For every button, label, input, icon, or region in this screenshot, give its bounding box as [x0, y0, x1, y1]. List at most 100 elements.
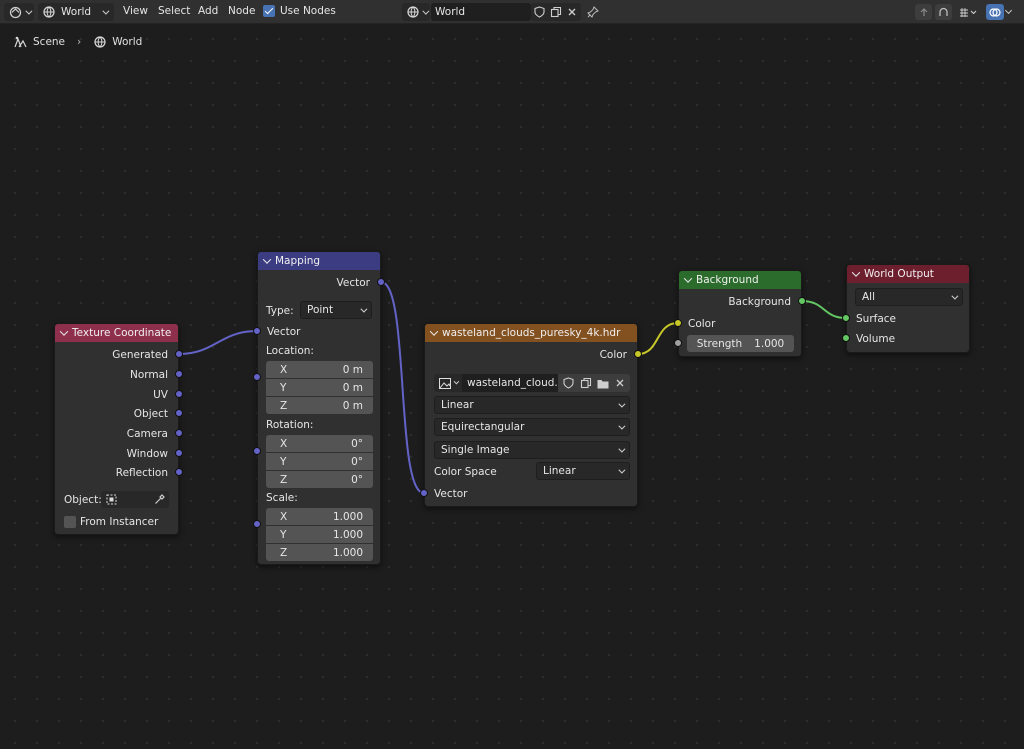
world-name-field[interactable]: World — [431, 3, 531, 21]
shader-type-dropdown[interactable]: World — [38, 3, 114, 21]
link-mapping-vector-to-env-vector — [380, 281, 425, 494]
field-value: 1.000 — [332, 528, 363, 541]
chevron-down-icon — [453, 378, 460, 385]
interpolation-dropdown[interactable]: Linear — [434, 396, 630, 414]
axis-label: X — [280, 363, 288, 376]
texture-coordinate-node[interactable]: Texture Coordinate Generated Normal UV O… — [54, 323, 179, 535]
scale-x-field[interactable]: X 1.000 — [266, 508, 373, 525]
scale-z-field[interactable]: Z 1.000 — [266, 544, 373, 561]
input-surface: Surface — [847, 310, 969, 328]
location-x-field[interactable]: X 0 m — [266, 361, 373, 378]
collapse-chevron-icon[interactable] — [851, 268, 861, 277]
breadcrumb-separator-icon: › — [77, 36, 82, 48]
socket-uv-output[interactable] — [175, 390, 183, 398]
socket-rotation-input[interactable] — [253, 447, 261, 455]
duplicate-icon[interactable] — [578, 375, 594, 391]
fake-user-shield-icon[interactable] — [561, 375, 577, 391]
fake-user-shield-icon[interactable] — [533, 4, 546, 20]
color-space-dropdown[interactable]: Linear — [536, 462, 630, 480]
projection-dropdown[interactable]: Equirectangular — [434, 418, 630, 436]
chevron-down-icon — [618, 422, 626, 430]
socket-generated-output[interactable] — [175, 350, 183, 358]
snap-icon[interactable] — [935, 4, 952, 20]
world-browse-button[interactable] — [402, 3, 430, 21]
from-instancer-checkbox[interactable] — [64, 516, 76, 528]
overlays-toggle-icon[interactable] — [986, 4, 1004, 20]
socket-normal-output[interactable] — [175, 370, 183, 378]
output-camera: Camera — [55, 425, 178, 443]
menu-node[interactable]: Node — [228, 5, 255, 17]
source-dropdown[interactable]: Single Image — [434, 441, 630, 459]
menu-add[interactable]: Add — [198, 5, 218, 17]
chevron-down-icon — [360, 305, 368, 313]
chevron-down-icon — [618, 466, 626, 474]
scale-y-field[interactable]: Y 1.000 — [266, 526, 373, 543]
image-datablock-selector: wasteland_cloud... — [434, 373, 630, 393]
output-vector: Vector — [258, 274, 380, 292]
input-vector: Vector — [425, 485, 637, 503]
socket-object-output[interactable] — [175, 409, 183, 417]
rotation-y-field[interactable]: Y 0° — [266, 453, 373, 470]
from-instancer-toggle[interactable]: From Instancer — [64, 516, 158, 528]
field-value: 0 m — [342, 363, 363, 376]
socket-camera-output[interactable] — [175, 429, 183, 437]
from-instancer-label: From Instancer — [80, 516, 159, 528]
menu-view[interactable]: View — [123, 5, 148, 17]
socket-env-vector-input[interactable] — [420, 489, 428, 497]
dropdown-value: All — [862, 291, 876, 303]
node-title: Texture Coordinate — [72, 327, 172, 339]
socket-label: Vector — [434, 488, 468, 500]
world-output-node[interactable]: World Output All Surface Volume — [846, 264, 970, 353]
duplicate-icon[interactable] — [549, 4, 562, 20]
pin-icon[interactable] — [585, 4, 601, 20]
environment-texture-node[interactable]: wasteland_clouds_puresky_4k.hdr Color wa… — [424, 323, 638, 507]
field-label: Strength — [696, 337, 743, 350]
location-y-field[interactable]: Y 0 m — [266, 379, 373, 396]
socket-mapping-vector-output[interactable] — [377, 278, 385, 286]
node-header[interactable]: World Output — [847, 265, 969, 283]
node-header[interactable]: Texture Coordinate — [55, 324, 178, 342]
mapping-type-dropdown[interactable]: Point — [300, 301, 372, 319]
collapse-chevron-icon[interactable] — [683, 274, 693, 283]
socket-scale-input[interactable] — [253, 520, 261, 528]
background-node[interactable]: Background Background Color Strength 1.0… — [678, 270, 802, 357]
editor-type-button[interactable] — [4, 3, 34, 21]
socket-mapping-vector-input[interactable] — [253, 327, 261, 335]
collapse-chevron-icon[interactable] — [429, 327, 439, 336]
parent-node-tree-icon[interactable] — [915, 4, 932, 20]
location-z-field[interactable]: Z 0 m — [266, 397, 373, 414]
socket-strength-input[interactable] — [674, 339, 682, 347]
collapse-chevron-icon[interactable] — [59, 327, 69, 336]
object-picker-field[interactable] — [101, 491, 169, 508]
socket-bg-color-input[interactable] — [674, 319, 682, 327]
chevron-down-icon[interactable] — [1004, 6, 1013, 15]
socket-reflection-output[interactable] — [175, 468, 183, 476]
socket-window-output[interactable] — [175, 449, 183, 457]
image-name-field[interactable]: wasteland_cloud... — [462, 374, 558, 392]
node-header[interactable]: Background — [679, 271, 801, 289]
menu-select[interactable]: Select — [158, 5, 190, 17]
socket-background-output[interactable] — [798, 297, 806, 305]
rotation-z-field[interactable]: Z 0° — [266, 471, 373, 488]
snap-mode-icon[interactable] — [955, 4, 981, 20]
collapse-chevron-icon[interactable] — [262, 255, 272, 264]
socket-location-input[interactable] — [253, 373, 261, 381]
node-header[interactable]: wasteland_clouds_puresky_4k.hdr — [425, 324, 637, 342]
use-nodes-toggle[interactable]: Use Nodes — [263, 5, 336, 17]
use-nodes-checkbox[interactable] — [263, 5, 275, 17]
socket-volume-input[interactable] — [842, 334, 850, 342]
rotation-x-field[interactable]: X 0° — [266, 435, 373, 452]
mapping-node[interactable]: Mapping Vector Type: Point Vector Locati… — [257, 251, 381, 565]
socket-surface-input[interactable] — [842, 314, 850, 322]
render-target-dropdown[interactable]: All — [855, 288, 963, 306]
eyedropper-icon[interactable] — [153, 494, 165, 506]
folder-icon[interactable] — [595, 375, 611, 391]
image-browse-button[interactable] — [434, 374, 462, 392]
socket-label: Surface — [856, 313, 897, 325]
close-icon[interactable] — [612, 375, 628, 391]
close-icon[interactable] — [566, 4, 579, 20]
node-header[interactable]: Mapping — [258, 252, 380, 270]
socket-env-color-output[interactable] — [634, 350, 642, 358]
strength-field[interactable]: Strength 1.000 — [687, 335, 794, 352]
link-env-color-to-bg-color — [637, 322, 679, 355]
